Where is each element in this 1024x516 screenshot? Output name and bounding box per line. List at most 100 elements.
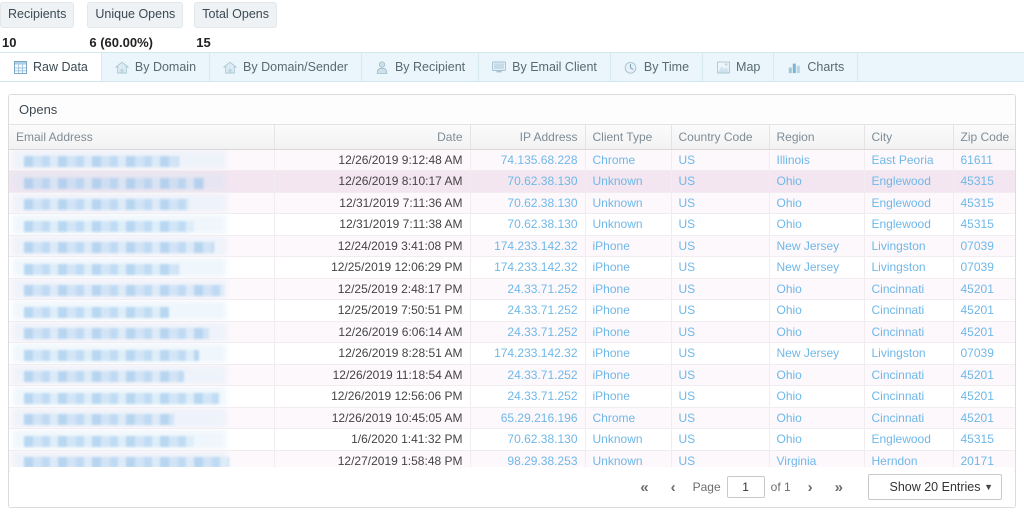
cell-city[interactable]: Cincinnati [864, 407, 954, 429]
cell-city[interactable]: Englewood [864, 213, 954, 236]
cell-country-code[interactable]: US [671, 278, 770, 300]
cell-city[interactable]: Cincinnati [864, 299, 954, 322]
cell-client-type[interactable]: Unknown [585, 192, 672, 214]
col-zip-code[interactable]: Zip Code [953, 125, 1015, 150]
cell-ip-address[interactable]: 174.233.142.32 [470, 235, 586, 257]
cell-zip-code[interactable]: 45315 [953, 170, 1015, 193]
table-row[interactable]: 1/6/2020 1:41:32 PM 70.62.38.130 Unknown US… [9, 428, 1015, 451]
cell-zip-code[interactable]: 07039 [953, 235, 1015, 257]
cell-ip-address[interactable]: 24.33.71.252 [470, 278, 586, 300]
cell-zip-code[interactable]: 45315 [953, 192, 1015, 214]
cell-client-type[interactable]: iPhone [585, 321, 672, 343]
cell-ip-address[interactable]: 70.62.38.130 [470, 192, 586, 214]
cell-city[interactable]: Cincinnati [864, 321, 954, 343]
col-region[interactable]: Region [769, 125, 865, 150]
table-row[interactable]: 12/26/2019 8:28:51 AM 174.233.142.32 iPhon… [9, 342, 1015, 365]
table-row[interactable]: 12/31/2019 7:11:38 AM 70.62.38.130 Unknown… [9, 213, 1015, 236]
cell-zip-code[interactable]: 45315 [953, 428, 1015, 451]
table-row[interactable]: 12/26/2019 12:56:06 PM 24.33.71.252 iPhone… [9, 385, 1015, 408]
cell-region[interactable]: Ohio [769, 385, 865, 408]
cell-zip-code[interactable]: 45201 [953, 385, 1015, 408]
table-row[interactable]: 12/25/2019 12:06:29 PM 174.233.142.32 iPho… [9, 256, 1015, 279]
col-client-type[interactable]: Client Type [585, 125, 672, 150]
cell-country-code[interactable]: US [671, 170, 770, 193]
cell-client-type[interactable]: iPhone [585, 385, 672, 408]
cell-region[interactable]: Ohio [769, 278, 865, 300]
cell-city[interactable]: Cincinnati [864, 364, 954, 386]
cell-ip-address[interactable]: 174.233.142.32 [470, 342, 586, 365]
cell-zip-code[interactable]: 45201 [953, 407, 1015, 429]
tab-by-time[interactable]: By Time [611, 53, 704, 81]
cell-city[interactable]: Englewood [864, 428, 954, 451]
cell-client-type[interactable]: Unknown [585, 170, 672, 193]
cell-region[interactable]: New Jersey [769, 256, 865, 279]
table-row[interactable]: 12/26/2019 9:12:48 AM 74.135.68.228 Chrome… [9, 149, 1015, 171]
next-page-button[interactable]: › [797, 477, 824, 498]
table-row[interactable]: 12/25/2019 2:48:17 PM 24.33.71.252 iPhone U… [9, 278, 1015, 300]
table-row[interactable]: 12/26/2019 8:10:17 AM 70.62.38.130 Unknown… [9, 170, 1015, 193]
last-page-button[interactable]: » [824, 477, 854, 498]
cell-ip-address[interactable]: 70.62.38.130 [470, 170, 586, 193]
tab-by-domain[interactable]: By Domain [102, 53, 211, 81]
cell-ip-address[interactable]: 65.29.216.196 [470, 407, 586, 429]
cell-zip-code[interactable]: 45201 [953, 278, 1015, 300]
cell-region[interactable]: Ohio [769, 299, 865, 322]
cell-region[interactable]: Ohio [769, 213, 865, 236]
cell-ip-address[interactable]: 74.135.68.228 [470, 149, 586, 171]
cell-client-type[interactable]: Chrome [585, 407, 672, 429]
tab-charts[interactable]: Charts [774, 53, 859, 81]
cell-client-type[interactable]: iPhone [585, 278, 672, 300]
cell-client-type[interactable]: iPhone [585, 256, 672, 279]
cell-country-code[interactable]: US [671, 256, 770, 279]
cell-ip-address[interactable]: 24.33.71.252 [470, 385, 586, 408]
cell-region[interactable]: Ohio [769, 428, 865, 451]
cell-ip-address[interactable]: 174.233.142.32 [470, 256, 586, 279]
table-row[interactable]: 12/26/2019 10:45:05 AM 65.29.216.196 Chrom… [9, 407, 1015, 429]
cell-region[interactable]: Illinois [769, 149, 865, 171]
cell-country-code[interactable]: US [671, 192, 770, 214]
cell-city[interactable]: East Peoria [864, 149, 954, 171]
col-city[interactable]: City [864, 125, 954, 150]
table-row[interactable]: 12/24/2019 3:41:08 PM 174.233.142.32 iPhon… [9, 235, 1015, 257]
cell-city[interactable]: Cincinnati [864, 278, 954, 300]
cell-country-code[interactable]: US [671, 385, 770, 408]
cell-ip-address[interactable]: 24.33.71.252 [470, 364, 586, 386]
cell-country-code[interactable]: US [671, 299, 770, 322]
cell-country-code[interactable]: US [671, 321, 770, 343]
cell-city[interactable]: Livingston [864, 342, 954, 365]
cell-zip-code[interactable]: 45201 [953, 299, 1015, 322]
entries-per-page-select[interactable]: Show 20 Entries ▼ [868, 474, 1002, 500]
cell-city[interactable]: Englewood [864, 192, 954, 214]
cell-ip-address[interactable]: 70.62.38.130 [470, 213, 586, 236]
cell-region[interactable]: Ohio [769, 321, 865, 343]
cell-zip-code[interactable]: 61611 [953, 149, 1015, 171]
col-country-code[interactable]: Country Code [671, 125, 770, 150]
table-row[interactable]: 12/26/2019 11:18:54 AM 24.33.71.252 iPhone… [9, 364, 1015, 386]
cell-zip-code[interactable]: 45315 [953, 213, 1015, 236]
cell-country-code[interactable]: US [671, 364, 770, 386]
cell-client-type[interactable]: iPhone [585, 235, 672, 257]
cell-city[interactable]: Livingston [864, 256, 954, 279]
cell-region[interactable]: Ohio [769, 170, 865, 193]
cell-country-code[interactable]: US [671, 213, 770, 236]
cell-city[interactable]: Cincinnati [864, 385, 954, 408]
cell-region[interactable]: Ohio [769, 364, 865, 386]
cell-city[interactable]: Englewood [864, 170, 954, 193]
cell-country-code[interactable]: US [671, 149, 770, 171]
table-row[interactable]: 12/25/2019 7:50:51 PM 24.33.71.252 iPhone U… [9, 299, 1015, 322]
cell-ip-address[interactable]: 24.33.71.252 [470, 321, 586, 343]
cell-country-code[interactable]: US [671, 407, 770, 429]
tab-by-recipient[interactable]: By Recipient [362, 53, 480, 81]
cell-client-type[interactable]: Unknown [585, 213, 672, 236]
cell-country-code[interactable]: US [671, 235, 770, 257]
cell-zip-code[interactable]: 45201 [953, 321, 1015, 343]
cell-city[interactable]: Livingston [864, 235, 954, 257]
cell-country-code[interactable]: US [671, 428, 770, 451]
cell-client-type[interactable]: Chrome [585, 149, 672, 171]
cell-client-type[interactable]: iPhone [585, 364, 672, 386]
cell-zip-code[interactable]: 45201 [953, 364, 1015, 386]
cell-region[interactable]: New Jersey [769, 235, 865, 257]
tab-map[interactable]: Map [703, 53, 775, 81]
cell-region[interactable]: New Jersey [769, 342, 865, 365]
cell-zip-code[interactable]: 07039 [953, 256, 1015, 279]
